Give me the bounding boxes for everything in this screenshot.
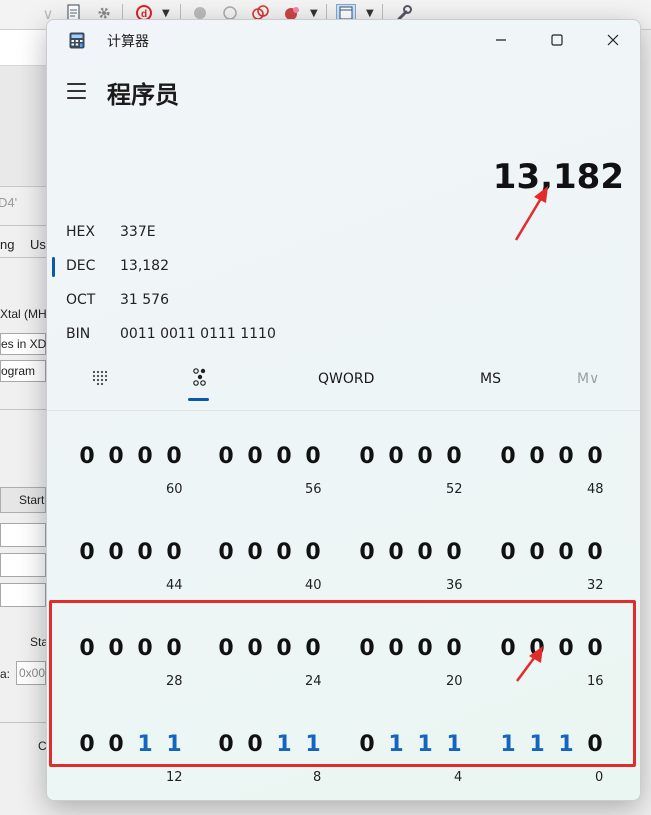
program-field[interactable]: ogram bbox=[0, 360, 46, 382]
bit-toggle[interactable]: 0 bbox=[245, 540, 265, 566]
bit-toggle[interactable]: 0 bbox=[303, 540, 323, 566]
bit-toggle[interactable]: 0 bbox=[245, 444, 265, 470]
radix-value: 13,182 bbox=[120, 258, 169, 274]
start-button[interactable]: Start bbox=[0, 487, 46, 513]
radix-value: 0011 0011 0111 1110 bbox=[120, 326, 276, 342]
minimize-icon bbox=[496, 39, 506, 41]
tab-text-us[interactable]: Us bbox=[30, 237, 46, 252]
bit-position-label: 52 bbox=[446, 482, 463, 497]
xdata-field[interactable]: es in XD bbox=[0, 333, 46, 355]
divider bbox=[0, 225, 46, 226]
bit-position-label: 4 bbox=[454, 770, 463, 785]
bit-toggle[interactable]: 0 bbox=[216, 540, 236, 566]
radix-value: 337E bbox=[120, 224, 156, 240]
radix-label: BIN bbox=[66, 326, 91, 342]
result-display: 13,182 bbox=[492, 157, 624, 197]
radix-label: OCT bbox=[66, 292, 96, 308]
divider bbox=[0, 257, 46, 258]
bit-position-label: 44 bbox=[166, 578, 183, 593]
memory-menu-button[interactable]: M∨ bbox=[577, 371, 599, 387]
bit-toggle[interactable]: 0 bbox=[498, 444, 518, 470]
selected-radix-indicator bbox=[52, 257, 55, 277]
bit-toggle[interactable]: 0 bbox=[216, 444, 236, 470]
bit-toggle[interactable]: 0 bbox=[274, 444, 294, 470]
tab-text-ng[interactable]: ng bbox=[0, 237, 14, 252]
bit-toggle[interactable]: 0 bbox=[585, 444, 605, 470]
bit-toggle[interactable]: 0 bbox=[444, 444, 464, 470]
bit-position-label: 60 bbox=[166, 482, 183, 497]
bit-toggle[interactable]: 0 bbox=[164, 540, 184, 566]
keypad-icon[interactable] bbox=[92, 370, 108, 386]
start-field[interactable] bbox=[0, 523, 46, 547]
bit-toggle[interactable]: 0 bbox=[274, 540, 294, 566]
memory-store-button[interactable]: MS bbox=[480, 371, 501, 387]
bit-toggle[interactable]: 0 bbox=[357, 444, 377, 470]
mode-title: 程序员 bbox=[107, 81, 179, 109]
hamburger-menu-icon[interactable] bbox=[67, 83, 86, 99]
bit-toggle[interactable]: 0 bbox=[527, 444, 547, 470]
close-button[interactable] bbox=[584, 20, 640, 60]
background-options-dialog: D4' ng Us Xtal (MH es in XD ogram Start … bbox=[0, 186, 48, 815]
bit-toggle[interactable]: 0 bbox=[106, 540, 126, 566]
minimize-button[interactable] bbox=[472, 20, 530, 60]
maximize-icon bbox=[551, 34, 563, 46]
bit-position-label: 56 bbox=[305, 482, 322, 497]
bit-position-label: 40 bbox=[305, 578, 322, 593]
bit-toggle[interactable]: 0 bbox=[444, 540, 464, 566]
word-size-button[interactable]: QWORD bbox=[318, 371, 374, 387]
radix-row-oct[interactable]: OCT 31 576 bbox=[47, 284, 640, 318]
bit-position-label: 12 bbox=[166, 770, 183, 785]
annotation-highlight-box bbox=[49, 600, 636, 767]
radix-row-bin[interactable]: BIN 0011 0011 0111 1110 bbox=[47, 318, 640, 352]
radix-row-dec[interactable]: DEC 13,182 bbox=[47, 250, 640, 284]
bit-toggle[interactable]: 0 bbox=[303, 444, 323, 470]
bit-position-label: 32 bbox=[587, 578, 604, 593]
bit-toggle[interactable]: 0 bbox=[386, 444, 406, 470]
bit-position-label: 0 bbox=[595, 770, 604, 785]
xtal-label: Xtal (MH bbox=[0, 307, 47, 321]
size-field[interactable] bbox=[0, 553, 46, 577]
background-panel bbox=[0, 66, 46, 186]
bit-position-label: 48 bbox=[587, 482, 604, 497]
bit-toggle[interactable]: 0 bbox=[164, 444, 184, 470]
keypad-tabs: QWORD MS M∨ bbox=[47, 362, 640, 408]
bit-toggle[interactable]: 0 bbox=[77, 444, 97, 470]
bit-toggle[interactable]: 0 bbox=[357, 540, 377, 566]
bit-toggle[interactable]: 0 bbox=[415, 540, 435, 566]
bit-position-label: 36 bbox=[446, 578, 463, 593]
bit-toggle-icon[interactable] bbox=[192, 368, 208, 386]
active-tab-indicator bbox=[188, 398, 209, 401]
divider bbox=[0, 722, 46, 723]
calculator-app-icon bbox=[69, 32, 85, 49]
bit-toggle[interactable]: 0 bbox=[556, 540, 576, 566]
bit-toggle[interactable]: 0 bbox=[498, 540, 518, 566]
maximize-button[interactable] bbox=[528, 20, 586, 60]
bit-toggle[interactable]: 0 bbox=[135, 444, 155, 470]
bit-toggle[interactable]: 0 bbox=[556, 444, 576, 470]
address-label: a: bbox=[0, 667, 11, 681]
window-title: 计算器 bbox=[107, 34, 149, 50]
title-bar[interactable]: 计算器 bbox=[47, 20, 640, 60]
bit-position-label: 8 bbox=[313, 770, 322, 785]
bit-toggle[interactable]: 0 bbox=[106, 444, 126, 470]
close-icon bbox=[607, 34, 619, 46]
bit-toggle[interactable]: 0 bbox=[585, 540, 605, 566]
radix-label: DEC bbox=[66, 258, 96, 274]
bit-toggle[interactable]: 0 bbox=[527, 540, 547, 566]
bit-toggle[interactable]: 0 bbox=[386, 540, 406, 566]
radix-label: HEX bbox=[66, 224, 95, 240]
radix-row-hex[interactable]: HEX 337E bbox=[47, 216, 640, 250]
bit-toggle[interactable]: 0 bbox=[415, 444, 435, 470]
background-address-strip bbox=[0, 30, 46, 66]
address-field[interactable]: 0x00 bbox=[16, 661, 46, 685]
extra-field[interactable] bbox=[0, 583, 46, 607]
radix-value: 31 576 bbox=[120, 292, 169, 308]
bit-toggle[interactable]: 0 bbox=[77, 540, 97, 566]
divider bbox=[0, 409, 46, 410]
dialog-title-text: D4' bbox=[0, 195, 18, 210]
bit-toggle[interactable]: 0 bbox=[135, 540, 155, 566]
